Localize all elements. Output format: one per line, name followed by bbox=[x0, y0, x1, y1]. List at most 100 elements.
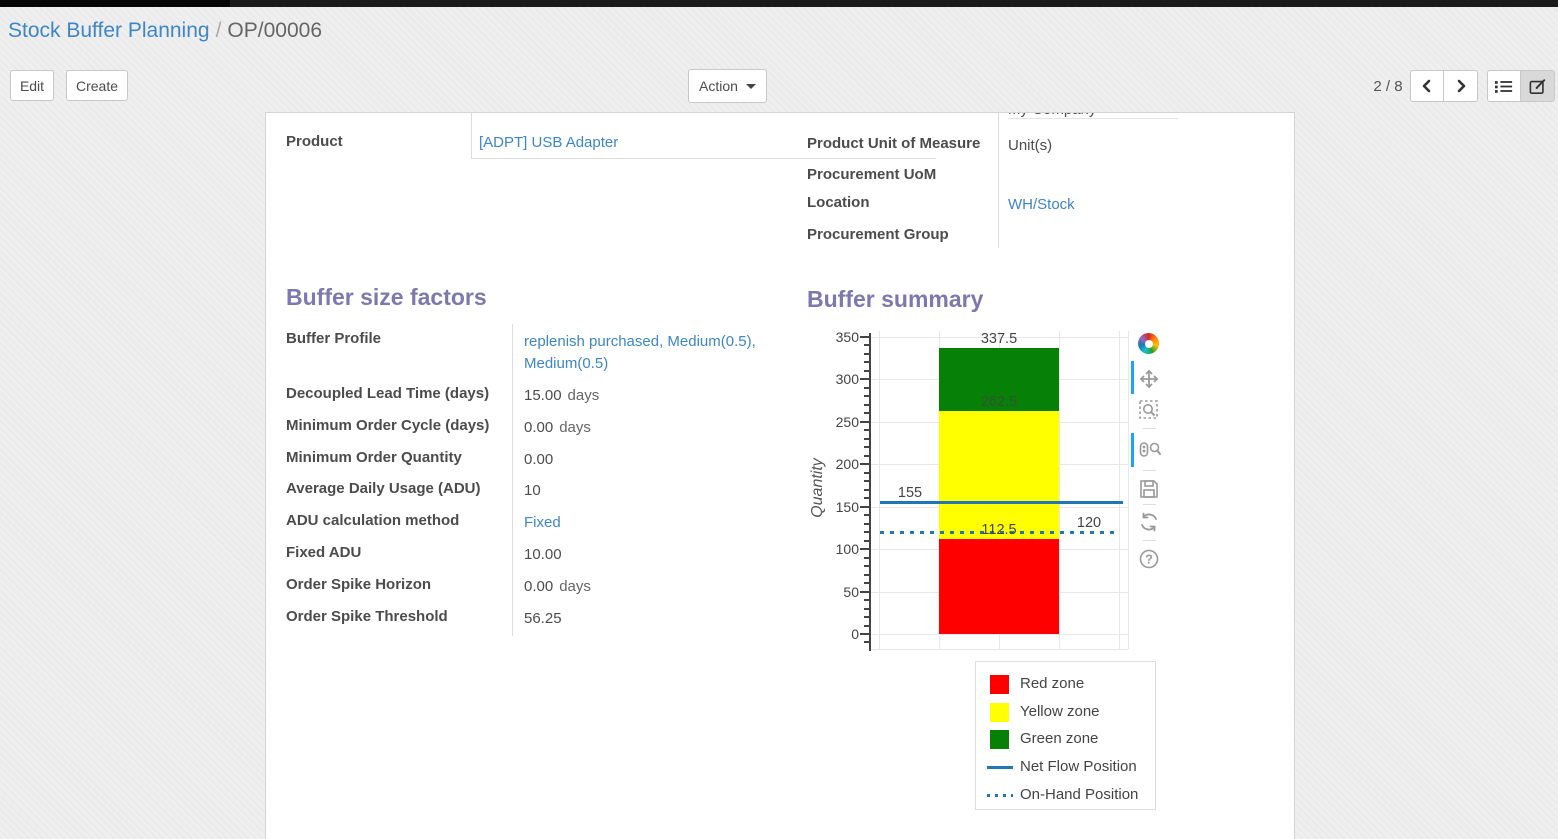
plotly-logo-icon[interactable] bbox=[1138, 333, 1162, 357]
factor-field-label: Decoupled Lead Time (days) bbox=[286, 385, 489, 402]
red-zone-bar[interactable] bbox=[939, 539, 1059, 634]
y-minor-tick bbox=[864, 472, 869, 474]
legend-item[interactable]: Net Flow Position bbox=[976, 757, 1155, 781]
legend-swatch bbox=[990, 703, 1009, 722]
legend-label: Green zone bbox=[1020, 730, 1098, 747]
product-field-label: Product bbox=[286, 133, 343, 150]
y-minor-tick bbox=[864, 395, 869, 397]
create-button[interactable]: Create bbox=[66, 70, 128, 101]
zoom-box-icon[interactable] bbox=[1138, 399, 1162, 423]
modebar-active-bar-2 bbox=[1131, 433, 1134, 467]
legend-swatch bbox=[990, 675, 1009, 694]
factor-field-value[interactable]: Fixed bbox=[524, 514, 561, 531]
save-icon[interactable] bbox=[1138, 478, 1162, 502]
y-tick-label: 0 bbox=[807, 626, 859, 642]
factor-field-label: Fixed ADU bbox=[286, 544, 361, 561]
factor-field-value: 10 bbox=[524, 482, 541, 499]
legend-label: Red zone bbox=[1020, 675, 1084, 692]
pager-next-button[interactable] bbox=[1444, 70, 1478, 102]
chart-legend: Red zone Yellow zone Green zone Net Flow Po… bbox=[975, 661, 1156, 810]
chart-annotation: 155 bbox=[880, 485, 940, 501]
company-cell-border bbox=[1008, 118, 1178, 119]
action-dropdown-button[interactable]: Action bbox=[688, 69, 767, 103]
yellow-zone-bar[interactable] bbox=[939, 411, 1059, 538]
reset-icon[interactable] bbox=[1138, 511, 1162, 535]
y-major-tick bbox=[860, 421, 869, 423]
info-field-value[interactable]: WH/Stock bbox=[1008, 196, 1075, 213]
help-icon[interactable]: ? bbox=[1138, 548, 1162, 572]
y-minor-tick bbox=[864, 514, 869, 516]
chart-annotation: 112.5 bbox=[939, 522, 1059, 538]
factor-field-value: 10.00 bbox=[524, 546, 562, 563]
legend-swatch bbox=[990, 730, 1009, 749]
factor-field-value[interactable]: replenish purchased, Medium(0.5), Medium… bbox=[524, 331, 776, 375]
y-minor-tick bbox=[864, 540, 869, 542]
y-minor-tick bbox=[864, 574, 869, 576]
factor-field-value: 56.25 bbox=[524, 610, 562, 627]
info-field-label: Procurement Group bbox=[807, 226, 949, 243]
y-minor-tick bbox=[864, 370, 869, 372]
y-minor-tick bbox=[864, 489, 869, 491]
modebar-divider bbox=[1143, 540, 1156, 541]
y-minor-tick bbox=[864, 608, 869, 610]
modebar-divider bbox=[1143, 504, 1156, 505]
y-minor-tick bbox=[864, 557, 869, 559]
legend-item[interactable]: Green zone bbox=[976, 729, 1155, 753]
factor-field-label: Buffer Profile bbox=[286, 330, 381, 347]
y-major-tick bbox=[860, 463, 869, 465]
list-view-button[interactable] bbox=[1487, 70, 1521, 102]
y-minor-tick bbox=[864, 523, 869, 525]
edit-button[interactable]: Edit bbox=[10, 70, 54, 101]
y-minor-tick bbox=[864, 599, 869, 601]
factor-field-label: Order Spike Threshold bbox=[286, 608, 448, 625]
y-tick-label: 100 bbox=[807, 541, 859, 557]
factor-field-label: Minimum Order Quantity bbox=[286, 449, 462, 466]
buffer-summary-title: Buffer summary bbox=[807, 286, 983, 313]
legend-item[interactable]: On-Hand Position bbox=[976, 785, 1155, 809]
modebar-divider bbox=[1143, 428, 1156, 429]
top-navbar-left-segment bbox=[0, 0, 230, 7]
pager-previous-button[interactable] bbox=[1410, 70, 1444, 102]
y-major-tick bbox=[860, 633, 869, 635]
factor-field-value: 0.00days bbox=[524, 578, 591, 595]
plot-bottom-border bbox=[871, 649, 1128, 650]
y-minor-tick bbox=[864, 344, 869, 346]
legend-label: Yellow zone bbox=[1020, 703, 1100, 720]
chart-annotation: 337.5 bbox=[939, 331, 1059, 347]
y-major-tick bbox=[860, 506, 869, 508]
factor-field-suffix: days bbox=[559, 578, 591, 595]
chart-annotation: 262.5 bbox=[939, 394, 1059, 410]
legend-item[interactable]: Red zone bbox=[976, 674, 1155, 698]
y-minor-tick bbox=[864, 497, 869, 499]
chart-annotation: 120 bbox=[1059, 515, 1119, 531]
action-label: Action bbox=[699, 78, 738, 94]
y-major-tick bbox=[860, 591, 869, 593]
form-view-button[interactable] bbox=[1521, 70, 1555, 102]
y-axis-line bbox=[869, 333, 871, 651]
caret-down-icon bbox=[746, 84, 756, 89]
pan-icon[interactable] bbox=[1138, 368, 1162, 392]
legend-item[interactable]: Yellow zone bbox=[976, 702, 1155, 726]
y-minor-tick bbox=[864, 616, 869, 618]
breadcrumb: Stock Buffer Planning/OP/00006 bbox=[8, 19, 322, 43]
y-minor-tick bbox=[864, 404, 869, 406]
y-tick-label: 300 bbox=[807, 371, 859, 387]
y-tick-label: 350 bbox=[807, 329, 859, 345]
breadcrumb-current: OP/00006 bbox=[227, 19, 322, 42]
zoom-in-out-icon[interactable] bbox=[1138, 439, 1162, 463]
y-major-tick bbox=[860, 336, 869, 338]
y-minor-tick bbox=[864, 446, 869, 448]
factor-field-label: Minimum Order Cycle (days) bbox=[286, 417, 489, 434]
y-major-tick bbox=[860, 548, 869, 550]
factor-field-value: 0.00 bbox=[524, 451, 553, 468]
y-minor-tick bbox=[864, 480, 869, 482]
pager-buttons bbox=[1410, 70, 1478, 102]
factor-field-label: Order Spike Horizon bbox=[286, 576, 431, 593]
breadcrumb-parent-link[interactable]: Stock Buffer Planning bbox=[8, 19, 210, 42]
product-value-link[interactable]: [ADPT] USB Adapter bbox=[479, 134, 618, 151]
factor-field-value: 15.00days bbox=[524, 387, 599, 404]
factor-field-suffix: days bbox=[559, 419, 591, 436]
y-minor-tick bbox=[864, 429, 869, 431]
y-minor-tick bbox=[864, 438, 869, 440]
info-field-label: Location bbox=[807, 194, 870, 211]
